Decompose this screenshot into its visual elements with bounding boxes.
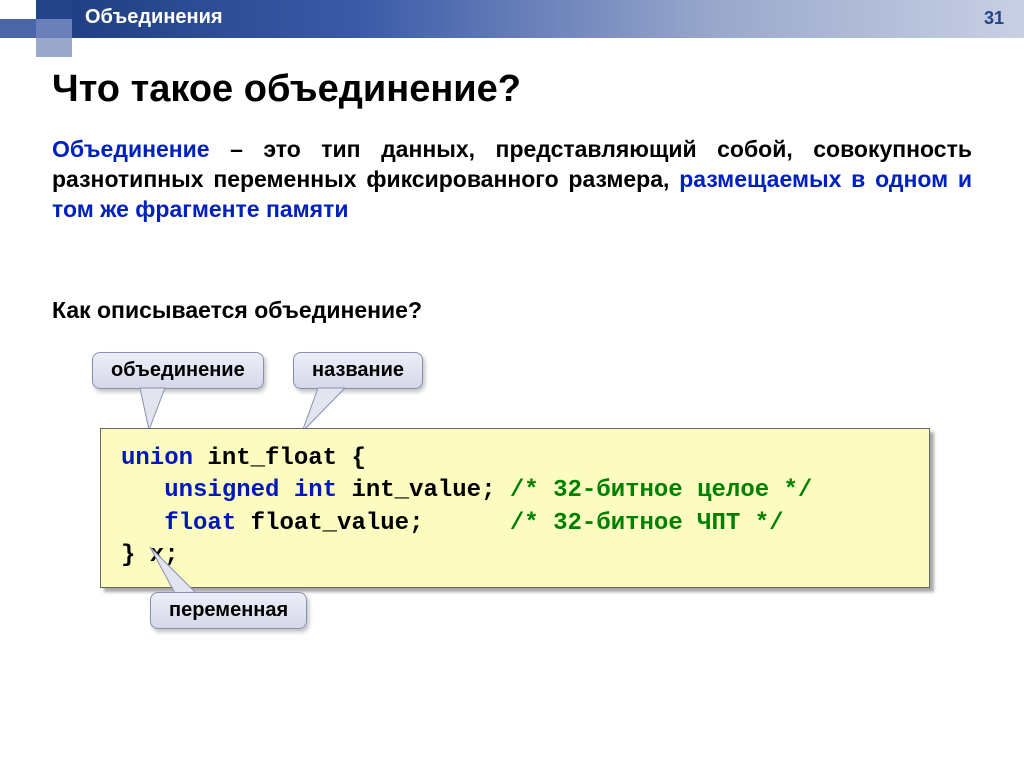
page-title: Что такое объединение? (52, 68, 521, 111)
code-block: union int_float { unsigned int int_value… (100, 428, 930, 588)
definition-text: Объединение – это тип данных, представля… (52, 135, 972, 225)
code-l3: float_value; (236, 510, 510, 537)
code-kw-float: float (164, 510, 236, 537)
callout-variable: переменная (150, 592, 307, 629)
header-decoration (0, 0, 72, 38)
definition-term: Объединение (52, 136, 210, 162)
code-kw-union: union (121, 445, 193, 472)
code-kw-uint: unsigned int (164, 477, 337, 504)
callout-union: объединение (92, 352, 264, 389)
code-l2: int_value; (337, 477, 510, 504)
code-comment1: /* 32-битное целое */ (510, 477, 812, 504)
code-indent3 (121, 510, 164, 537)
slide-number: 31 (984, 8, 1004, 29)
code-comment2: /* 32-битное ЧПТ */ (510, 510, 784, 537)
breadcrumb: Объединения (85, 6, 223, 29)
code-indent2 (121, 477, 164, 504)
subheading: Как описывается объединение? (52, 297, 422, 324)
callout-name: название (293, 352, 423, 389)
code-l1: int_float { (193, 445, 366, 472)
